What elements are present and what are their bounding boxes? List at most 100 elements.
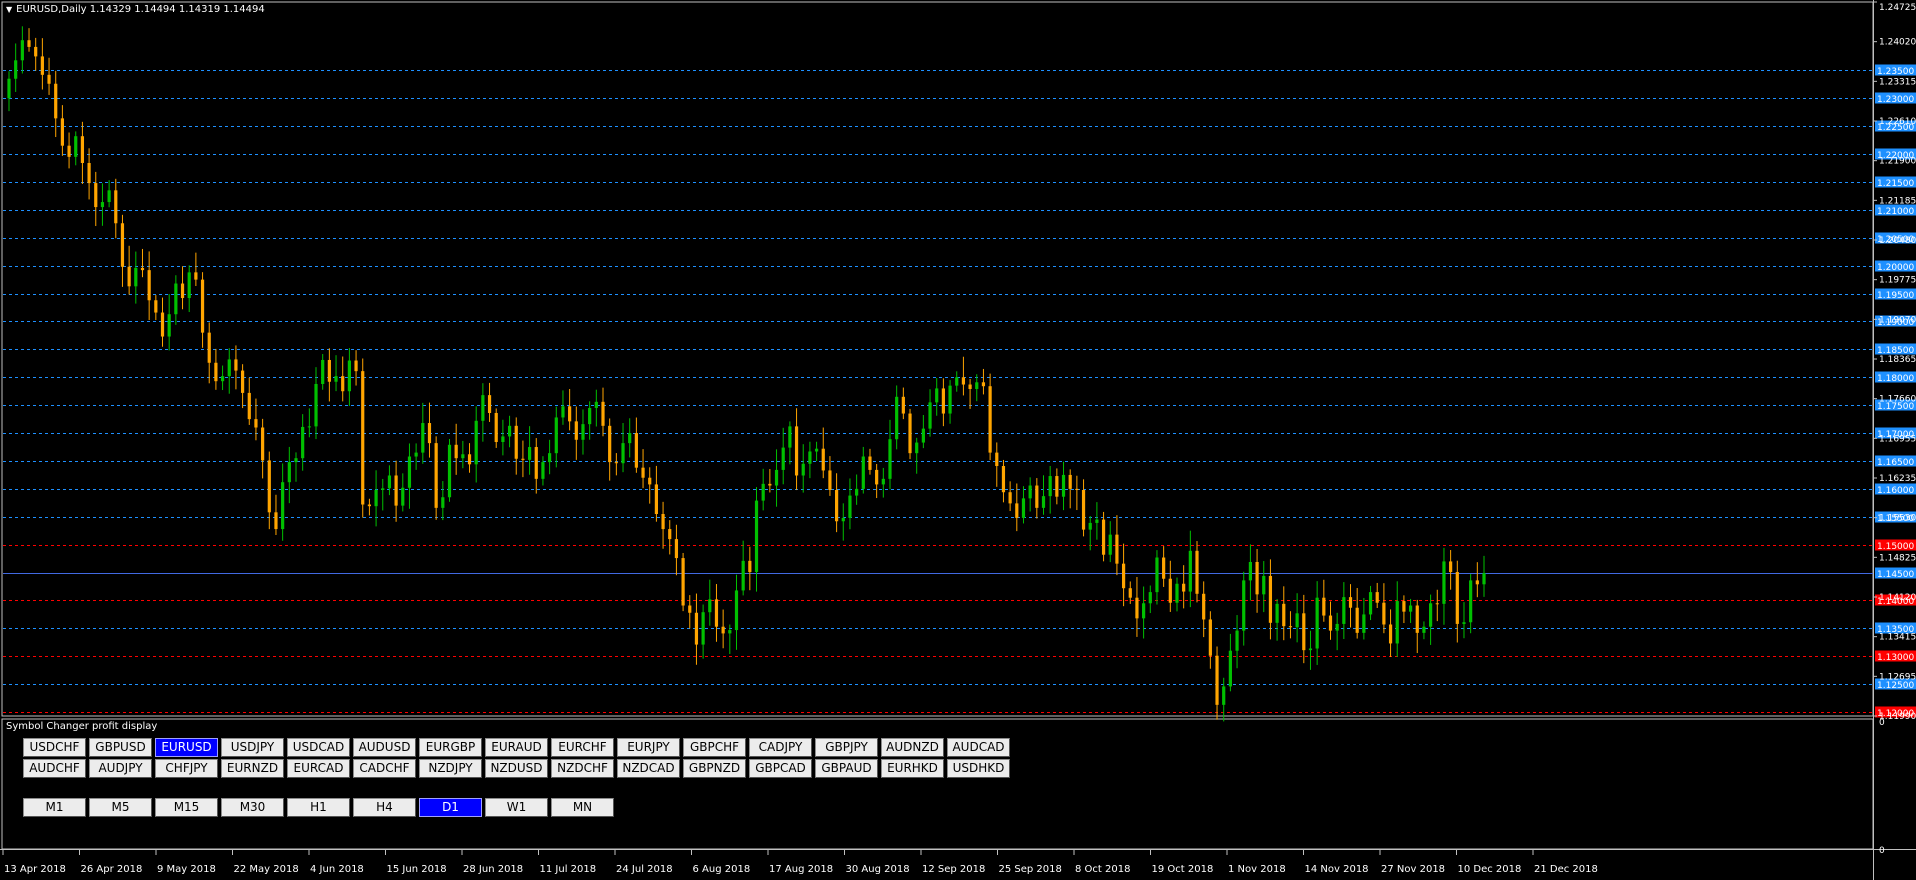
symbol-button-cadchf[interactable]: CADCHF [353,759,416,778]
candle-bear [868,456,872,470]
symbol-button-audnzd[interactable]: AUDNZD [881,738,944,757]
candle-bull [628,433,632,444]
symbol-button-usdhkd[interactable]: USDHKD [947,759,1010,778]
candle-bear [1055,476,1059,497]
candle-bear [494,412,498,443]
symbol-button-audjpy[interactable]: AUDJPY [89,759,152,778]
candle-bull [167,314,171,337]
candle-bear [240,370,245,393]
symbol-button-chfjpy[interactable]: CHFJPY [155,759,218,778]
symbol-button-usdjpy[interactable]: USDJPY [221,738,284,757]
timeframe-button-m5[interactable]: M5 [89,798,152,817]
candle-bear [1455,572,1459,624]
candle-bull [447,444,452,498]
candle-bear [214,362,218,382]
timeframe-button-h4[interactable]: H4 [353,798,416,817]
symbol-button-eurhkd[interactable]: EURHKD [881,759,944,778]
symbol-button-eurcad[interactable]: EURCAD [287,759,350,778]
symbol-button-eurnzd[interactable]: EURNZD [221,759,284,778]
symbol-button-cadjpy[interactable]: CADJPY [749,738,812,757]
candle-bull [134,267,138,287]
date-tick-label: 19 Oct 2018 [1152,864,1214,875]
symbol-button-nzdusd[interactable]: NZDUSD [485,759,548,778]
candle-bear [961,377,966,385]
timeframe-button-mn[interactable]: MN [551,798,614,817]
timeframe-button-d1[interactable]: D1 [419,798,482,817]
timeframe-button-m1[interactable]: M1 [23,798,86,817]
candle-bull [581,424,585,440]
candle-bear [534,447,538,479]
candle-bear [1435,603,1439,605]
symbol-button-eurusd[interactable]: EURUSD [155,738,218,757]
candle-bear [40,56,44,75]
candle-bull [708,599,712,613]
timeframe-button-h1[interactable]: H1 [287,798,350,817]
date-tick-label: 30 Aug 2018 [846,864,910,875]
symbol-button-audchf[interactable]: AUDCHF [23,759,86,778]
price-tick-label: 1.24725 [1879,3,1916,13]
candle-bear [1255,561,1259,595]
symbol-button-nzdjpy[interactable]: NZDJPY [419,759,482,778]
candle-bear [828,470,832,490]
candle-bull [407,456,412,488]
symbol-button-eurjpy[interactable]: EURJPY [617,738,680,757]
candle-bull [1222,686,1226,705]
symbol-button-usdcad[interactable]: USDCAD [287,738,350,757]
candle-bear [247,392,251,420]
candle-bear [1035,485,1039,508]
candle-bull [1242,580,1246,631]
date-tick-label: 1 Nov 2018 [1228,864,1286,875]
symbol-button-euraud[interactable]: EURAUD [485,738,548,757]
candle-bull [1175,583,1179,603]
candle-bull [781,447,785,470]
candle-bull [14,60,18,79]
candle-bear [908,413,912,454]
level-label: 1.19500 [1877,291,1914,301]
candle-bear [434,443,438,508]
candle-bull [294,458,298,463]
symbol-button-eurgbp[interactable]: EURGBP [419,738,482,757]
symbol-button-audcad[interactable]: AUDCAD [947,738,1010,757]
symbol-button-gbpusd[interactable]: GBPUSD [89,738,152,757]
candle-bear [254,419,258,428]
symbol-button-gbpchf[interactable]: GBPCHF [683,738,746,757]
candle-bear [608,425,612,463]
candle-bear [1322,597,1326,616]
candle-bear [568,406,572,422]
candle-bear [601,401,605,426]
level-label: 1.14500 [1877,570,1914,580]
candle-bull [321,359,325,384]
candle-bull [1308,648,1313,651]
symbol-button-gbpcad[interactable]: GBPCAD [749,759,812,778]
symbol-button-usdchf[interactable]: USDCHF [23,738,86,757]
candle-bear [1195,550,1199,594]
symbol-button-audusd[interactable]: AUDUSD [353,738,416,757]
candle-bull [808,451,812,464]
symbol-button-nzdcad[interactable]: NZDCAD [617,759,680,778]
candle-bear [207,332,211,363]
symbol-button-nzdchf[interactable]: NZDCHF [551,759,614,778]
timeframe-button-m15[interactable]: M15 [155,798,218,817]
candle-bull [774,469,779,486]
candle-bull [1095,519,1099,523]
candle-bull [701,612,705,645]
symbol-button-gbpjpy[interactable]: GBPJPY [815,738,878,757]
candle-bear [668,529,672,540]
candle-bear [574,421,578,440]
timeframe-button-w1[interactable]: W1 [485,798,548,817]
candle-bull [1021,498,1026,518]
price-tick-label: 1.19775 [1879,276,1916,286]
symbol-button-gbpaud[interactable]: GBPAUD [815,759,878,778]
candle-bear [327,359,331,382]
timeframe-button-m30[interactable]: M30 [221,798,284,817]
candle-bull [928,402,932,429]
symbol-button-eurchf[interactable]: EURCHF [551,738,614,757]
date-tick-label: 14 Nov 2018 [1305,864,1369,875]
candle-bull [1335,623,1339,631]
price-tick-label: 1.24020 [1879,38,1916,48]
main-pane-border [1,1,1874,717]
candle-bull [1422,626,1426,633]
candle-bull [474,420,478,465]
candle-bear [147,270,151,301]
symbol-button-gbpnzd[interactable]: GBPNZD [683,759,746,778]
